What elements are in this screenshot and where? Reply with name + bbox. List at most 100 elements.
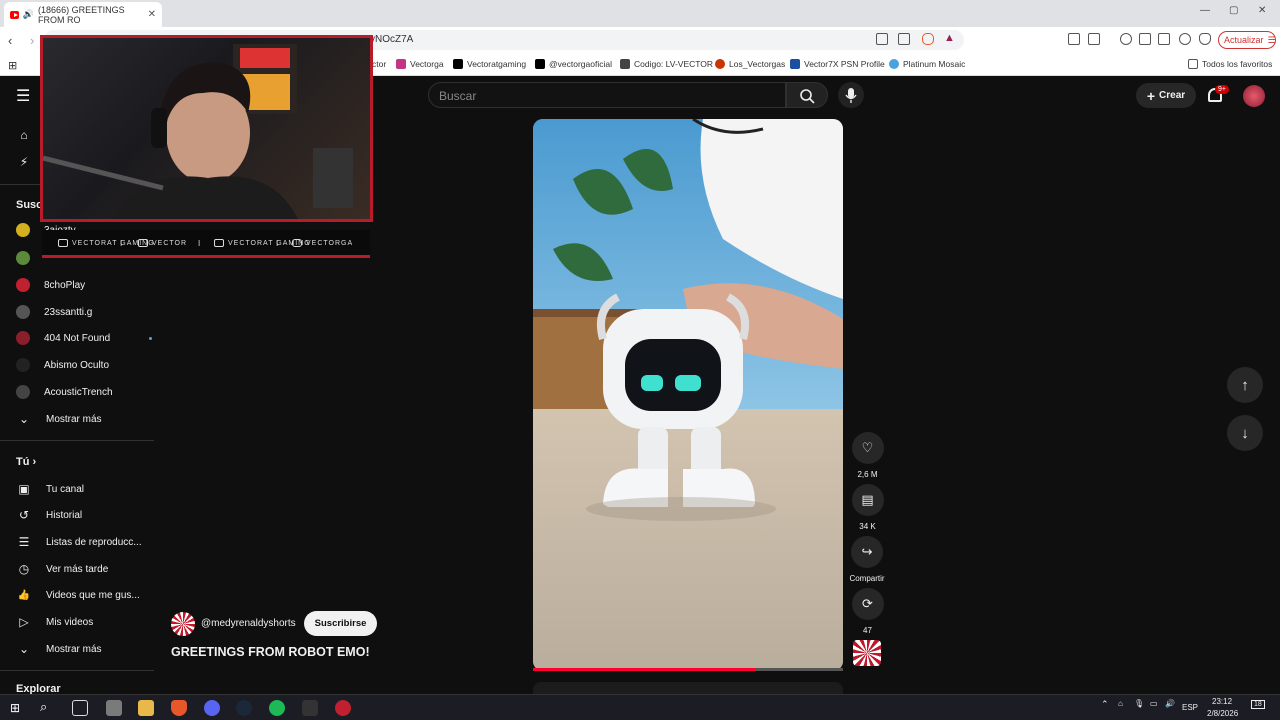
leo-ai-icon[interactable]: [1179, 33, 1191, 45]
share-action[interactable]: ↪ Compartir: [846, 536, 888, 583]
all-favorites[interactable]: Todos los favoritos: [1188, 59, 1272, 69]
tab-search-icon[interactable]: [1088, 33, 1100, 45]
bookmark-item[interactable]: Codigo: LV-VECTOR: [620, 59, 713, 69]
share-icon[interactable]: [898, 33, 910, 45]
bookmark-item[interactable]: Platinum Mosaic: [889, 59, 965, 69]
bookmark-item[interactable]: @vectorgaoficial: [535, 59, 612, 69]
next-short-button[interactable]: ↓: [1227, 415, 1263, 451]
video-progress-fill: [533, 668, 757, 671]
remix-action[interactable]: ⟳ 47: [851, 588, 884, 635]
bookmark-label: Los_Vectorgas: [729, 59, 786, 69]
sidebar-item-my-videos[interactable]: ▷ Mis videos: [16, 614, 152, 630]
discord-icon[interactable]: [204, 700, 220, 716]
sidebar-item-label: Ver más tarde: [46, 563, 109, 575]
short-channel-name[interactable]: @medyrenaldyshorts: [201, 618, 296, 629]
search-button[interactable]: [786, 82, 828, 108]
brave-browser-icon[interactable]: [171, 700, 187, 716]
search-taskbar-icon[interactable]: ⌕: [40, 699, 47, 715]
app-icon[interactable]: [106, 700, 122, 716]
like-action[interactable]: ♡ 2,6 M: [851, 432, 884, 479]
sidebar-item-your-channel[interactable]: ▣ Tu canal: [16, 481, 152, 497]
forward-icon[interactable]: ›: [30, 33, 34, 48]
comment-icon[interactable]: ▤: [851, 484, 884, 516]
show-more-you[interactable]: ⌄ Mostrar más: [16, 641, 152, 657]
bookmark-item[interactable]: Vectorga: [396, 59, 444, 69]
sidebar-channel[interactable]: AcousticTrench: [16, 385, 152, 399]
video-progress-bar[interactable]: [533, 668, 843, 671]
windows-start-icon[interactable]: ⊞: [10, 701, 20, 715]
sidebar-channel[interactable]: 8choPlay: [16, 278, 152, 292]
bookmark-item[interactable]: Los_Vectorgas: [715, 59, 785, 69]
app-icon[interactable]: [302, 700, 318, 716]
comment-action[interactable]: ▤ 34 K: [851, 484, 884, 531]
playlists-icon: ☰: [18, 535, 30, 549]
tray-icon[interactable]: ⌂: [1118, 699, 1123, 708]
install-icon[interactable]: [876, 33, 888, 45]
tray-chevron-icon[interactable]: ⌃: [1101, 699, 1109, 710]
remix-icon[interactable]: ⟳: [851, 588, 884, 620]
channel-avatar: [16, 385, 30, 399]
subscribe-button[interactable]: Suscribirse: [303, 611, 378, 636]
youtube-icon: [58, 239, 68, 247]
account-avatar[interactable]: [1243, 85, 1265, 107]
clock-time[interactable]: 23:12: [1212, 697, 1232, 706]
channel-avatar: [16, 331, 30, 345]
you-section-title[interactable]: Tú ›: [16, 456, 36, 468]
bookmark-label: Vectoratgaming: [467, 59, 527, 69]
sidebar-item-history[interactable]: ↺ Historial: [16, 507, 152, 523]
brave-shield-icon[interactable]: [922, 33, 934, 45]
notification-badge: 9+: [1215, 85, 1229, 94]
music-icon[interactable]: [1120, 33, 1132, 45]
volume-icon[interactable]: 🔊: [1165, 699, 1175, 708]
vpn-icon[interactable]: [1199, 33, 1211, 45]
show-more-subscriptions[interactable]: ⌄ Mostrar más: [16, 411, 152, 427]
network-icon[interactable]: ▭: [1150, 699, 1158, 708]
bookmark-item[interactable]: Vectoratgaming: [453, 59, 526, 69]
clock-date[interactable]: 2/8/2026: [1207, 709, 1238, 718]
microphone-tray-icon[interactable]: 🎙: [1134, 699, 1144, 708]
short-video-player[interactable]: [533, 119, 843, 671]
share-icon[interactable]: ↪: [851, 536, 883, 568]
file-explorer-icon[interactable]: [138, 700, 154, 716]
subscriptions-title[interactable]: Susc: [16, 199, 42, 211]
extensions-icon[interactable]: [1068, 33, 1080, 45]
thumbs-up-icon: 👍: [17, 589, 31, 601]
apps-grid-icon[interactable]: ⊞: [8, 59, 17, 72]
hamburger-menu-icon[interactable]: ☰: [16, 86, 30, 106]
sound-thumbnail[interactable]: [853, 640, 881, 666]
sidebar-channel[interactable]: 23ssantti.g: [16, 305, 152, 319]
obs-icon[interactable]: [335, 700, 351, 716]
minimize-button[interactable]: —: [1200, 5, 1210, 16]
sidebar-channel[interactable]: Abismo Oculto: [16, 358, 152, 372]
psn-icon: [790, 59, 800, 69]
browser-tab[interactable]: 🔊 (18666) GREETINGS FROM RO ✕: [4, 2, 162, 27]
bookmark-item[interactable]: Vector7X PSN Profile: [790, 59, 885, 69]
steam-icon[interactable]: [236, 700, 252, 716]
short-channel-avatar[interactable]: [171, 611, 195, 636]
previous-short-button[interactable]: ↑: [1227, 367, 1263, 403]
twitch-icon: [138, 239, 148, 247]
channel-avatar: [16, 278, 30, 292]
spotify-icon[interactable]: [269, 700, 285, 716]
sidebar-item-liked-videos[interactable]: 👍 Videos que me gus...: [16, 587, 152, 603]
close-window-button[interactable]: ✕: [1258, 5, 1266, 16]
task-view-icon[interactable]: [72, 700, 88, 716]
search-input[interactable]: Buscar: [428, 82, 786, 108]
sidebar-item-playlists[interactable]: ☰ Listas de reproducc...: [16, 534, 152, 550]
update-button[interactable]: Actualizar ☰: [1218, 31, 1276, 49]
tab-close-icon[interactable]: ✕: [148, 9, 156, 20]
sidebar-icon[interactable]: [1139, 33, 1151, 45]
language-indicator[interactable]: ESP: [1182, 703, 1198, 712]
brave-rewards-icon[interactable]: ▲: [944, 32, 955, 44]
sidebar-channel[interactable]: 404 Not Found: [16, 331, 152, 345]
create-button[interactable]: + Crear: [1136, 83, 1196, 108]
reading-list-icon[interactable]: [1158, 33, 1170, 45]
notification-center[interactable]: 18: [1251, 700, 1265, 709]
bookmark-item[interactable]: ctor: [372, 59, 386, 69]
sidebar-item-watch-later[interactable]: ◷ Ver más tarde: [16, 561, 152, 577]
update-label: Actualizar: [1224, 35, 1264, 45]
heart-icon[interactable]: ♡: [851, 432, 884, 464]
back-icon[interactable]: ‹: [8, 33, 12, 48]
maximize-button[interactable]: ▢: [1229, 5, 1238, 16]
voice-search-button[interactable]: [838, 82, 864, 108]
